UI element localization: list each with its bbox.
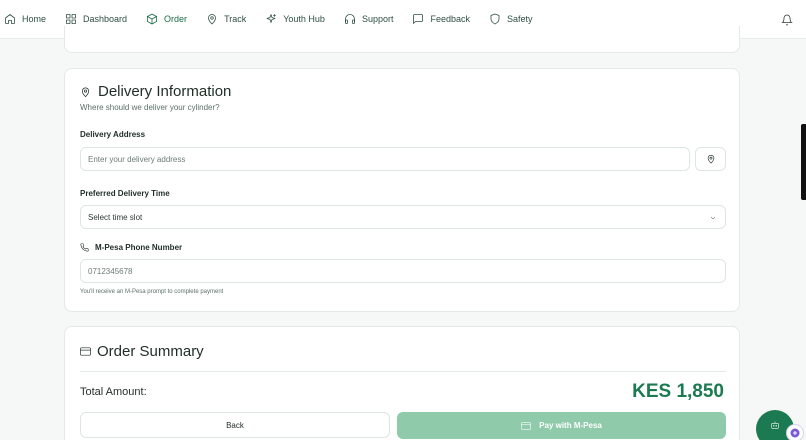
total-label: Total Amount: [80,386,147,398]
credit-card-icon [521,421,532,430]
delivery-time-label: Preferred Delivery Time [80,189,170,198]
shield-icon [490,13,500,25]
delivery-time-value: Select time slot [88,212,143,222]
phone-label: M-Pesa Phone Number [80,243,182,252]
total-amount: KES 1,850 [632,381,724,402]
map-pin-icon [707,154,714,164]
summary-divider [80,371,726,372]
phone-icon [80,243,89,252]
previous-card [64,26,740,53]
accessibility-widget[interactable] [786,424,804,440]
summary-title-text: Order Summary [97,343,204,360]
delivery-info-card: Delivery Information Where should we del… [64,68,740,312]
nav-item-home[interactable]: Home [4,9,46,29]
nav-label: Dashboard [83,14,128,24]
address-label: Delivery Address [80,130,146,139]
phone-hint: You'll receive an M-Pesa prompt to compl… [80,289,224,295]
message-icon [413,14,424,24]
use-location-button[interactable] [695,147,726,171]
delivery-time-select[interactable]: Select time slot [80,205,726,229]
notifications-button[interactable] [781,13,793,26]
nav-label: Home [22,14,47,24]
nav-label: Support [361,14,394,24]
box-icon [147,13,157,25]
home-icon [5,14,15,24]
nav-label: Youth Hub [283,14,325,24]
nav-label: Feedback [430,14,471,24]
delivery-title-text: Delivery Information [98,83,232,100]
credit-card-icon [80,347,91,356]
address-input[interactable]: Enter your delivery address [80,147,690,171]
map-pin-icon [81,87,90,97]
nav-label: Order [164,14,188,24]
phone-input[interactable]: 0712345678 [80,259,726,283]
back-button[interactable]: Back [80,412,390,438]
delivery-subtitle: Where should we deliver your cylinder? [80,103,220,112]
delivery-title: Delivery Information [80,83,231,100]
pay-button-label: Pay with M-Pesa [539,421,602,430]
map-pin-icon [208,14,216,25]
nav-label: Safety [507,14,533,24]
widget-icon [790,428,800,438]
summary-title: Order Summary [80,343,204,360]
back-button-label: Back [226,420,244,430]
chevron-down-icon [709,214,717,222]
headphones-icon [345,14,355,24]
bell-icon [781,14,793,26]
bot-icon [771,421,779,429]
phone-placeholder: 0712345678 [88,266,133,276]
address-placeholder: Enter your delivery address [88,154,186,164]
side-feedback-tab[interactable] [801,124,806,200]
phone-label-text: M-Pesa Phone Number [95,243,183,252]
order-summary-card: Order Summary Total Amount: KES 1,850 Ba… [64,326,740,440]
pay-with-mpesa-button[interactable]: Pay with M-Pesa [397,412,726,439]
sparkles-icon [266,14,277,23]
nav-label: Track [224,14,247,24]
dashboard-icon [66,14,76,24]
